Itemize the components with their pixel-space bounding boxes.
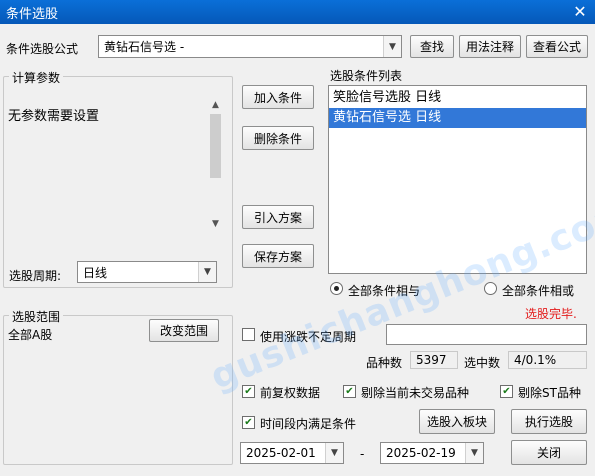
chevron-down-icon[interactable]: ▼ <box>325 443 343 463</box>
list-item-selected[interactable]: 黄钻石信号选 日线 <box>329 108 586 128</box>
range-value: 全部A股 <box>8 328 53 342</box>
end-date-picker[interactable]: 2025-02-19 ▼ <box>380 442 484 464</box>
selected-count-label: 选中数 <box>464 356 501 370</box>
conditions-list[interactable]: 笑脸信号选股 日线 黄钻石信号选 日线 <box>328 85 587 274</box>
params-message: 无参数需要设置 <box>8 109 100 124</box>
execute-select-button[interactable]: 执行选股 <box>511 409 587 434</box>
chevron-down-icon[interactable]: ▼ <box>465 443 483 463</box>
exclude-st-label: 剔除ST品种 <box>518 386 581 400</box>
exclude-no-trade-checkbox[interactable]: ✔ <box>343 385 356 398</box>
radio-and-label: 全部条件相与 <box>348 284 421 298</box>
view-formula-button[interactable]: 查看公式 <box>526 35 588 58</box>
window-title: 条件选股 <box>6 7 59 22</box>
stock-count-field: 5397 <box>410 351 458 369</box>
formula-value: 黄钻石信号选 - <box>104 40 185 54</box>
chevron-down-icon[interactable]: ▼ <box>198 262 216 282</box>
unstable-period-label: 使用涨跌不定周期 <box>260 330 357 344</box>
stock-count-label: 品种数 <box>366 356 403 370</box>
forward-adjust-checkbox[interactable]: ✔ <box>242 385 255 398</box>
period-select[interactable]: 日线 ▼ <box>77 261 217 283</box>
formula-label: 条件选股公式 <box>6 42 79 56</box>
time-range-label: 时间段内满足条件 <box>260 417 357 431</box>
check-icon: ✔ <box>345 385 354 397</box>
period-value: 日线 <box>83 265 108 280</box>
close-icon[interactable]: ✕ <box>569 1 591 23</box>
date-separator: - <box>360 447 365 461</box>
end-date-value: 2025-02-19 <box>386 446 456 460</box>
radio-dot-icon <box>334 286 339 291</box>
dialog-body: 条件选股公式 黄钻石信号选 - ▼ 查找 用法注释 查看公式 计算参数 无参数需… <box>0 24 595 476</box>
scroll-thumb[interactable] <box>210 114 221 178</box>
scroll-up-icon[interactable]: ▲ <box>208 98 223 113</box>
title-bar: 条件选股 ✕ <box>0 0 595 24</box>
formula-select[interactable]: 黄钻石信号选 - ▼ <box>98 35 402 58</box>
chevron-down-icon[interactable]: ▼ <box>383 36 401 57</box>
stock-count-value: 5397 <box>416 353 447 367</box>
start-date-value: 2025-02-01 <box>246 446 316 460</box>
check-icon: ✔ <box>244 416 253 428</box>
check-icon: ✔ <box>502 385 511 397</box>
range-legend: 选股范围 <box>9 308 64 325</box>
remove-condition-button[interactable]: 删除条件 <box>242 126 314 150</box>
radio-or-label: 全部条件相或 <box>502 284 575 298</box>
radio-and[interactable] <box>330 282 343 295</box>
unstable-period-input[interactable] <box>386 324 587 345</box>
add-condition-button[interactable]: 加入条件 <box>242 85 314 109</box>
time-range-checkbox[interactable]: ✔ <box>242 416 255 429</box>
save-plan-button[interactable]: 保存方案 <box>242 244 314 268</box>
radio-or[interactable] <box>484 282 497 295</box>
conditions-legend: 选股条件列表 <box>330 69 403 83</box>
change-range-button[interactable]: 改变范围 <box>149 319 219 342</box>
exclude-st-checkbox[interactable]: ✔ <box>500 385 513 398</box>
status-text: 选股完毕. <box>525 307 577 321</box>
close-button[interactable]: 关闭 <box>511 440 587 465</box>
add-to-block-button[interactable]: 选股入板块 <box>419 409 495 434</box>
forward-adjust-label: 前复权数据 <box>260 386 321 400</box>
unstable-period-checkbox[interactable] <box>242 328 255 341</box>
usage-button[interactable]: 用法注释 <box>459 35 521 58</box>
selected-count-value: 4/0.1% <box>514 353 557 367</box>
params-legend: 计算参数 <box>9 69 64 86</box>
params-scrollbar[interactable]: ▲ ▼ <box>208 98 223 232</box>
list-item[interactable]: 笑脸信号选股 日线 <box>329 88 586 108</box>
check-icon: ✔ <box>244 385 253 397</box>
period-label: 选股周期: <box>9 269 62 283</box>
selected-count-field: 4/0.1% <box>508 351 587 369</box>
import-plan-button[interactable]: 引入方案 <box>242 205 314 229</box>
start-date-picker[interactable]: 2025-02-01 ▼ <box>240 442 344 464</box>
find-button[interactable]: 查找 <box>410 35 454 58</box>
exclude-no-trade-label: 剔除当前未交易品种 <box>361 386 470 400</box>
scroll-down-icon[interactable]: ▼ <box>208 217 223 232</box>
